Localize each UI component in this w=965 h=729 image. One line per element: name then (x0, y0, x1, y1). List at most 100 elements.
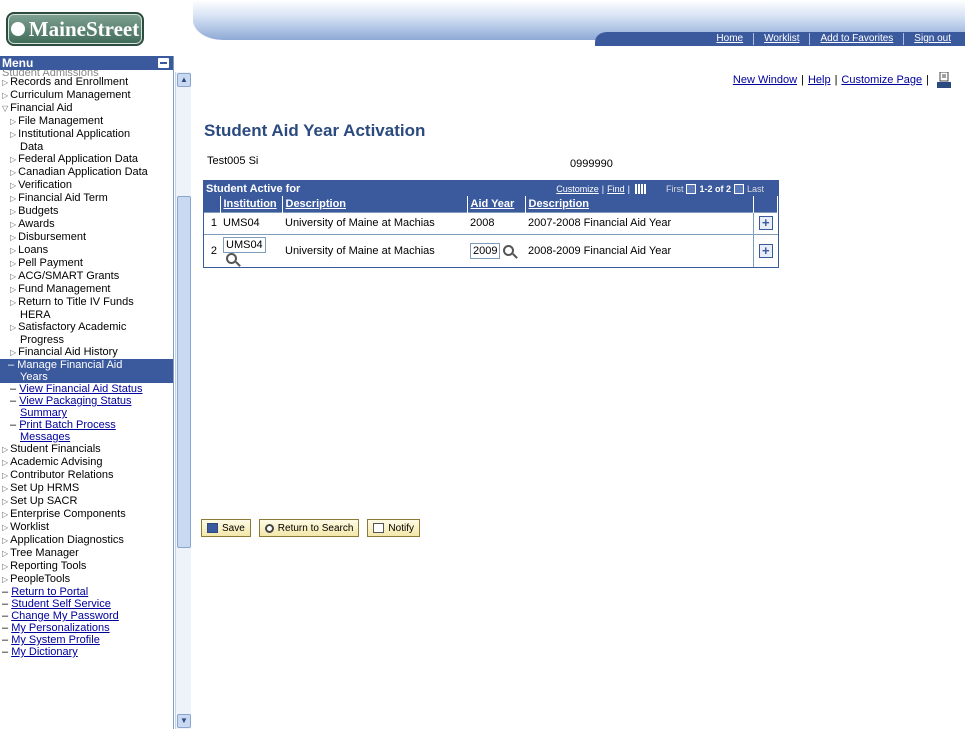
menu-item-file-management[interactable]: ▷ File Management (0, 115, 173, 128)
menu-item-fund-management[interactable]: ▷ Fund Management (0, 283, 173, 296)
menu-item-enterprise-components[interactable]: ▷ Enterprise Components (0, 508, 173, 521)
col-description[interactable]: Description (282, 196, 468, 212)
add-row-icon[interactable]: + (758, 243, 773, 258)
triangle-right-icon: ▷ (2, 523, 9, 532)
triangle-down-icon: ▽ (2, 104, 9, 113)
home-link[interactable]: Home (706, 33, 753, 45)
menu-item-application-diagnostics[interactable]: ▷ Application Diagnostics (0, 534, 173, 547)
menu-item-manage-financial-aid-years-cont[interactable]: Years (0, 371, 173, 383)
view-all-grid-icon[interactable] (634, 183, 646, 194)
menu-item-my-personalizations[interactable]: – My Personalizations (0, 622, 173, 634)
menu-item-set-up-hrms[interactable]: ▷ Set Up HRMS (0, 482, 173, 495)
new-window-link[interactable]: New Window (733, 74, 797, 86)
worklist-link[interactable]: Worklist (753, 33, 809, 45)
triangle-right-icon: ▷ (2, 575, 9, 584)
aid-year-lookup-icon[interactable] (503, 245, 515, 257)
menu-item-return-to-title-iv-cont[interactable]: HERA (0, 309, 173, 321)
menu-item-return-to-title-iv[interactable]: ▷ Return to Title IV Funds (0, 296, 173, 309)
menu-item-my-system-profile[interactable]: – My System Profile (0, 634, 173, 646)
aid-year-description: 2008-2009 Financial Aid Year (525, 233, 754, 267)
scroll-down-icon[interactable]: ▼ (177, 714, 191, 728)
grid-find-link[interactable]: Find (607, 184, 625, 194)
menu-item-tree-manager[interactable]: ▷ Tree Manager (0, 547, 173, 560)
menu-item-student-financials[interactable]: ▷ Student Financials (0, 443, 173, 456)
grid-navigation: First 1-2 of 2 Last (666, 183, 764, 194)
customize-page-link[interactable]: Customize Page (841, 74, 922, 86)
menu-item-pell-payment[interactable]: ▷ Pell Payment (0, 257, 173, 270)
triangle-right-icon: ▷ (2, 562, 9, 571)
grid-customize-link[interactable]: Customize (556, 184, 599, 194)
triangle-right-icon: ▷ (2, 458, 9, 467)
aid-year-input[interactable]: 2009 (470, 242, 501, 259)
help-link[interactable]: Help (808, 74, 831, 86)
menu-item-federal-application-data[interactable]: ▷ Federal Application Data (0, 153, 173, 166)
search-icon (264, 523, 274, 533)
menu-item-awards[interactable]: ▷ Awards (0, 218, 173, 231)
menu-scrollbar[interactable]: ▲ ▼ (175, 72, 191, 729)
grid-first-label[interactable]: First (666, 184, 684, 194)
menu-item-loans[interactable]: ▷ Loans (0, 244, 173, 257)
add-to-favorites-link[interactable]: Add to Favorites (809, 33, 903, 45)
institution-value: UMS04 (220, 211, 282, 234)
menu-item-acg-smart-grants[interactable]: ▷ ACG/SMART Grants (0, 270, 173, 283)
menu-item-records-enrollment[interactable]: ▷ Records and Enrollment (0, 76, 173, 89)
institution-description: University of Maine at Machias (282, 233, 467, 267)
menu-item-return-to-portal[interactable]: – Return to Portal (0, 586, 173, 598)
menu-item-view-packaging-status[interactable]: – View Packaging Status (0, 395, 173, 407)
menu-list: Student Admissions ▷ Records and Enrollme… (0, 70, 173, 658)
scroll-thumb[interactable] (177, 196, 191, 548)
menu-item-budgets[interactable]: ▷ Budgets (0, 205, 173, 218)
menu-item-student-self-service[interactable]: – Student Self Service (0, 598, 173, 610)
menu-item-financial-aid-term[interactable]: ▷ Financial Aid Term (0, 192, 173, 205)
menu-item-peopletools[interactable]: ▷ PeopleTools (0, 573, 173, 586)
menu-item-satisfactory-academic-cont[interactable]: Progress (0, 334, 173, 346)
menu-item-reporting-tools[interactable]: ▷ Reporting Tools (0, 560, 173, 573)
triangle-right-icon: ▷ (10, 155, 17, 164)
col-year-description[interactable]: Description (525, 196, 754, 212)
notify-button[interactable]: Notify (367, 519, 420, 537)
col-aid-year[interactable]: Aid Year (467, 196, 526, 212)
menu-item-view-financial-aid-status[interactable]: – View Financial Aid Status (0, 383, 173, 395)
scroll-up-icon[interactable]: ▲ (177, 73, 191, 87)
menu-item-view-packaging-status-cont[interactable]: Summary (0, 407, 173, 419)
next-arrow-icon[interactable] (733, 183, 744, 194)
sign-out-link[interactable]: Sign out (903, 33, 961, 45)
menu-item-contributor-relations[interactable]: ▷ Contributor Relations (0, 469, 173, 482)
triangle-right-icon: ▷ (10, 207, 17, 216)
menu-item-financial-aid-history[interactable]: ▷ Financial Aid History (0, 346, 173, 359)
menu-item-institutional-application[interactable]: ▷ Institutional Application (0, 128, 173, 141)
menu-item-satisfactory-academic[interactable]: ▷ Satisfactory Academic (0, 321, 173, 334)
menu-item-disbursement[interactable]: ▷ Disbursement (0, 231, 173, 244)
menu-item-financial-aid[interactable]: ▽ Financial Aid (0, 102, 173, 115)
save-button[interactable]: Save (201, 519, 251, 537)
add-row-icon[interactable]: + (758, 216, 773, 230)
grid-last-label[interactable]: Last (747, 184, 764, 194)
return-to-search-button[interactable]: Return to Search (258, 519, 360, 537)
institution-input[interactable]: UMS04 (223, 236, 266, 253)
table-row: 1 UMS04 University of Maine at Machias 2… (204, 211, 778, 234)
logo-text: MaineStreet (28, 16, 140, 41)
menu-item-academic-advising[interactable]: ▷ Academic Advising (0, 456, 173, 469)
triangle-right-icon: ▷ (10, 348, 17, 357)
menu-item-change-my-password[interactable]: – Change My Password (0, 610, 173, 622)
menu-item-worklist[interactable]: ▷ Worklist (0, 521, 173, 534)
menu-collapse-icon[interactable] (158, 58, 169, 68)
menu-item-canadian-application-data[interactable]: ▷ Canadian Application Data (0, 166, 173, 179)
institution-lookup-icon[interactable] (226, 253, 237, 265)
previous-arrow-icon[interactable] (686, 183, 697, 194)
menu-item-verification[interactable]: ▷ Verification (0, 179, 173, 192)
triangle-right-icon: ▷ (10, 298, 17, 307)
menu-item-print-batch-process[interactable]: – Print Batch Process (0, 419, 173, 431)
menu-item-curriculum-management[interactable]: ▷ Curriculum Management (0, 89, 173, 102)
triangle-right-icon: ▷ (10, 168, 17, 177)
http-help-icon[interactable] (937, 72, 951, 88)
menu-item-institutional-application-cont[interactable]: Data (0, 141, 173, 153)
menu-item-set-up-sacr[interactable]: ▷ Set Up SACR (0, 495, 173, 508)
mainestreet-logo: MaineStreet (6, 12, 144, 46)
col-institution[interactable]: Institution (220, 196, 283, 212)
menu-item-manage-financial-aid-years[interactable]: – Manage Financial Aid (0, 359, 173, 371)
menu-item-my-dictionary[interactable]: – My Dictionary (0, 646, 173, 658)
menu-item-print-batch-process-cont[interactable]: Messages (0, 431, 173, 443)
grid-title: Student Active for (206, 182, 301, 195)
student-id: 0999990 (570, 158, 613, 170)
